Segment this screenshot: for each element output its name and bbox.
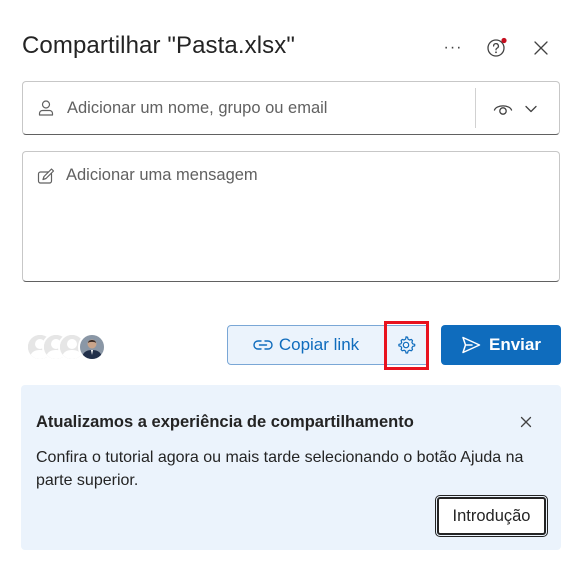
help-button[interactable] (484, 36, 510, 60)
divider (475, 88, 476, 128)
copy-link-label: Copiar link (278, 335, 360, 354)
edit-icon (37, 168, 55, 184)
avatar (78, 333, 106, 361)
recipients-input[interactable] (67, 98, 457, 118)
info-banner: Atualizamos a experiência de compartilha… (21, 385, 561, 550)
copy-link-button[interactable]: Copiar link (227, 325, 385, 365)
close-icon (534, 41, 548, 55)
intro-button[interactable]: Introdução (435, 495, 548, 537)
help-icon (487, 37, 507, 57)
message-input[interactable] (66, 166, 546, 266)
banner-close-button[interactable] (517, 413, 535, 431)
link-icon (253, 340, 273, 350)
recipients-field (22, 81, 560, 135)
eye-icon (493, 105, 513, 115)
more-icon: ··· (443, 39, 463, 56)
close-button[interactable] (528, 36, 554, 60)
link-settings-button[interactable] (385, 325, 427, 365)
more-options-button[interactable]: ··· (440, 36, 466, 60)
dialog-title: Compartilhar "Pasta.xlsx" (22, 32, 295, 59)
banner-title: Atualizamos a experiência de compartilha… (36, 413, 414, 431)
shared-with-avatars[interactable] (26, 333, 110, 361)
permission-dropdown[interactable] (493, 96, 545, 122)
send-button[interactable]: Enviar (441, 325, 561, 365)
chevron-down-icon (525, 105, 537, 113)
gear-icon (397, 336, 415, 354)
banner-body: Confira o tutorial agora ou mais tarde s… (36, 449, 524, 489)
person-icon (37, 99, 55, 117)
close-icon (520, 416, 532, 428)
message-field (22, 151, 560, 282)
send-label: Enviar (489, 335, 541, 354)
notification-dot (501, 37, 507, 44)
send-icon (462, 336, 481, 354)
